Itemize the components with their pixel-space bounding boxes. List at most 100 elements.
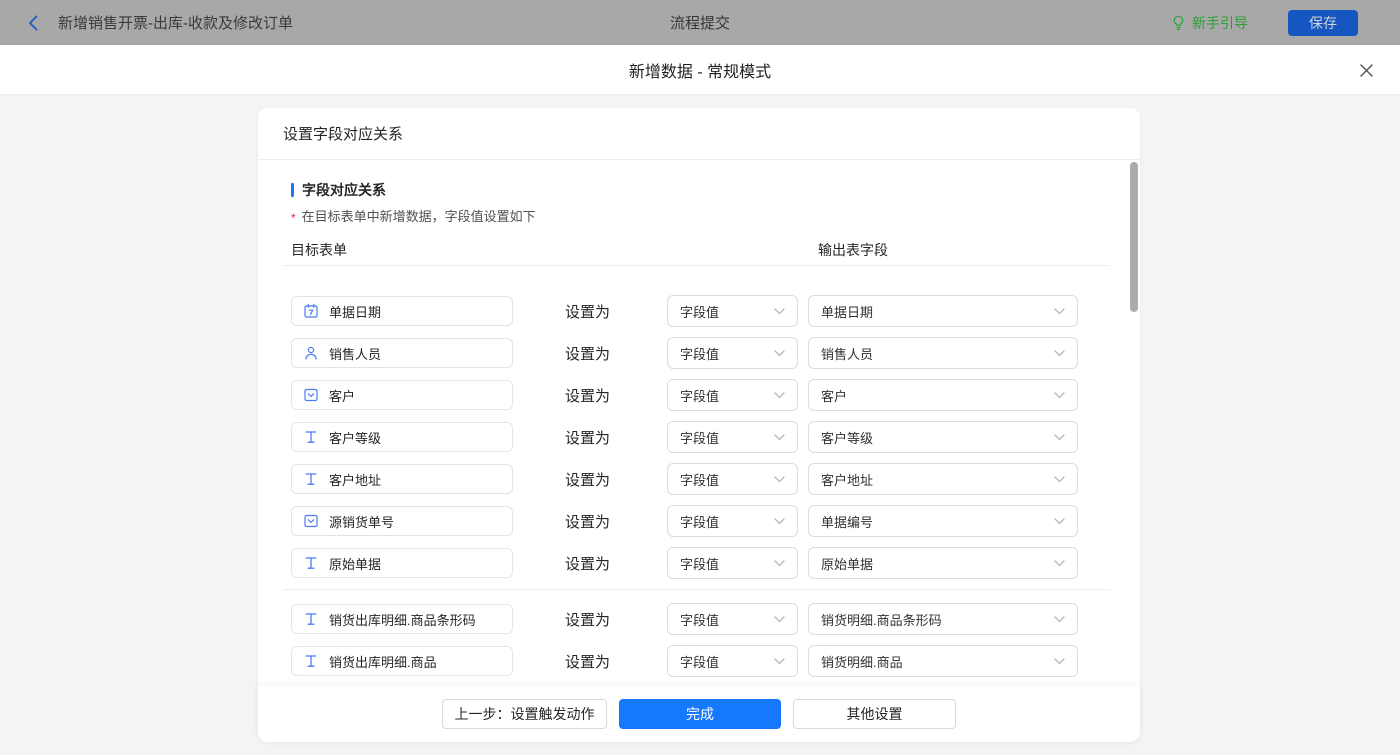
- target-field-label: 销货出库明细.商品: [329, 654, 437, 670]
- chevron-down-icon: [774, 433, 785, 441]
- workflow-title: 新增销售开票-出库-收款及修改订单: [58, 15, 293, 32]
- field-mapping-panel: 设置字段对应关系 字段对应关系 * 在目标表单中新增数据，字段值设置如下 目标表单…: [258, 108, 1140, 742]
- mode-dropdown-value: 字段值: [680, 304, 720, 320]
- group-divider: [283, 589, 1110, 590]
- column-output-fields: 输出表字段: [818, 242, 888, 258]
- mode-dropdown[interactable]: 字段值: [667, 603, 799, 635]
- target-field-box[interactable]: 原始单据: [291, 548, 513, 578]
- target-field-label: 原始单据: [329, 556, 382, 572]
- text-icon: [303, 555, 319, 571]
- chevron-down-icon: [1054, 517, 1065, 525]
- select-icon: [303, 513, 319, 529]
- accent-bar: [291, 183, 294, 197]
- chevron-down-icon: [774, 307, 785, 315]
- value-dropdown[interactable]: 客户: [808, 379, 1079, 411]
- section-title-label: 字段对应关系: [302, 182, 386, 198]
- mapping-row: 单据日期 设置为 字段值 单据日期: [291, 295, 1140, 327]
- value-dropdown[interactable]: 单据编号: [808, 505, 1079, 537]
- required-note: * 在目标表单中新增数据，字段值设置如下: [291, 208, 1140, 226]
- value-dropdown[interactable]: 单据日期: [808, 295, 1079, 327]
- set-as-label: 设置为: [565, 387, 611, 405]
- target-field-label: 销货出库明细.商品条形码: [329, 612, 476, 628]
- value-dropdown[interactable]: 客户地址: [808, 463, 1079, 495]
- value-dropdown-value: 单据编号: [821, 514, 874, 530]
- beginner-guide-label: 新手引导: [1192, 14, 1248, 31]
- target-field-label: 客户: [329, 388, 356, 404]
- target-field-box[interactable]: 客户地址: [291, 464, 513, 494]
- mode-dropdown[interactable]: 字段值: [667, 645, 799, 677]
- set-as-label: 设置为: [565, 611, 611, 629]
- value-dropdown[interactable]: 销货明细.商品条形码: [808, 603, 1079, 635]
- target-field-box[interactable]: 销货出库明细.商品: [291, 646, 513, 676]
- mode-dropdown[interactable]: 字段值: [667, 295, 799, 327]
- close-button[interactable]: [1356, 60, 1376, 80]
- set-as-label: 设置为: [565, 471, 611, 489]
- chevron-left-icon: [26, 14, 40, 32]
- set-as-label: 设置为: [565, 303, 611, 321]
- beginner-guide-button[interactable]: 新手引导: [1171, 13, 1248, 33]
- value-dropdown[interactable]: 原始单据: [808, 547, 1079, 579]
- chevron-down-icon: [1054, 349, 1065, 357]
- value-dropdown-value: 单据日期: [821, 304, 874, 320]
- other-settings-button[interactable]: 其他设置: [793, 699, 956, 729]
- value-dropdown-value: 销货明细.商品条形码: [821, 612, 942, 628]
- target-field-box[interactable]: 客户: [291, 380, 513, 410]
- mapping-row: 客户地址 设置为 字段值 客户地址: [291, 463, 1140, 495]
- close-icon: [1359, 63, 1374, 78]
- save-button[interactable]: 保存: [1288, 9, 1358, 36]
- chevron-down-icon: [1054, 657, 1065, 665]
- mode-dropdown[interactable]: 字段值: [667, 463, 799, 495]
- back-button[interactable]: [26, 14, 40, 32]
- panel-footer: 上一步：设置触发动作 完成 其他设置: [258, 686, 1140, 742]
- target-field-box[interactable]: 源销货单号: [291, 506, 513, 536]
- column-target-form: 目标表单: [291, 242, 347, 258]
- target-field-box[interactable]: 销售人员: [291, 338, 513, 368]
- mode-dropdown[interactable]: 字段值: [667, 547, 799, 579]
- column-headers: 目标表单 输出表字段: [291, 240, 1140, 258]
- prev-step-button[interactable]: 上一步：设置触发动作: [442, 699, 607, 729]
- mode-dropdown[interactable]: 字段值: [667, 337, 799, 369]
- chevron-down-icon: [774, 517, 785, 525]
- value-dropdown[interactable]: 客户等级: [808, 421, 1079, 453]
- set-as-label: 设置为: [565, 555, 611, 573]
- mapping-row: 客户 设置为 字段值 客户: [291, 379, 1140, 411]
- mode-dropdown[interactable]: 字段值: [667, 421, 799, 453]
- chevron-down-icon: [1054, 391, 1065, 399]
- select-icon: [303, 387, 319, 403]
- target-field-label: 客户地址: [329, 472, 382, 488]
- text-icon: [303, 611, 319, 627]
- mapping-row: 客户等级 设置为 字段值 客户等级: [291, 421, 1140, 453]
- chevron-down-icon: [1054, 307, 1065, 315]
- value-dropdown[interactable]: 销货明细.商品: [808, 645, 1079, 677]
- target-field-label: 单据日期: [329, 304, 382, 320]
- text-icon: [303, 429, 319, 445]
- chevron-down-icon: [1054, 475, 1065, 483]
- mode-dropdown[interactable]: 字段值: [667, 379, 799, 411]
- mode-dropdown-value: 字段值: [680, 472, 720, 488]
- value-dropdown[interactable]: 销售人员: [808, 337, 1079, 369]
- value-dropdown-value: 客户地址: [821, 472, 874, 488]
- required-asterisk: *: [291, 211, 296, 225]
- mode-dropdown-value: 字段值: [680, 388, 720, 404]
- mode-dropdown-value: 字段值: [680, 514, 720, 530]
- target-field-label: 客户等级: [329, 430, 382, 446]
- scrollbar-thumb[interactable]: [1130, 162, 1138, 312]
- mapping-row: 销售人员 设置为 字段值 销售人员: [291, 337, 1140, 369]
- modal-header: 新增数据 - 常规模式: [0, 45, 1400, 95]
- done-button[interactable]: 完成: [619, 699, 781, 729]
- section-title: 字段对应关系: [291, 182, 1140, 198]
- chevron-down-icon: [774, 615, 785, 623]
- set-as-label: 设置为: [565, 513, 611, 531]
- target-field-box[interactable]: 客户等级: [291, 422, 513, 452]
- lightbulb-icon: [1171, 15, 1186, 31]
- mode-dropdown[interactable]: 字段值: [667, 505, 799, 537]
- mode-dropdown-value: 字段值: [680, 556, 720, 572]
- chevron-down-icon: [1054, 615, 1065, 623]
- target-field-box[interactable]: 销货出库明细.商品条形码: [291, 604, 513, 634]
- target-field-label: 销售人员: [329, 346, 382, 362]
- mode-dropdown-value: 字段值: [680, 346, 720, 362]
- target-field-box[interactable]: 单据日期: [291, 296, 513, 326]
- calendar-icon: [303, 303, 319, 319]
- panel-header: 设置字段对应关系: [258, 108, 1140, 160]
- text-icon: [303, 471, 319, 487]
